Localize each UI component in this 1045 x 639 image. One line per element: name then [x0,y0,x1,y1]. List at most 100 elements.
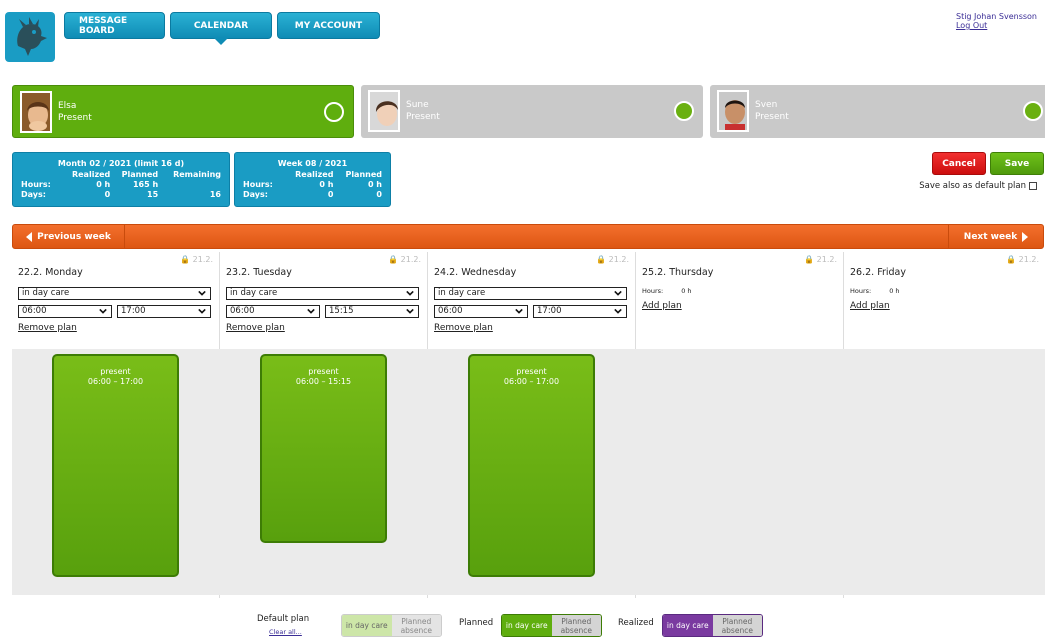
remove-plan-link[interactable]: Remove plan [18,323,77,333]
app-logo[interactable] [5,12,55,62]
legend: Default plan Clear all... in day care Pl… [0,612,1045,639]
end-time-select[interactable]: 15:15 [325,305,419,318]
nav-my-account[interactable]: MY ACCOUNT [277,12,380,39]
end-time-select[interactable]: 17:00 [117,305,211,318]
chevron-down-icon [307,308,315,314]
col-realized: Realized [295,170,334,179]
lock-date: 🔒 21.2. [180,255,213,264]
week-calendar: 🔒 21.2. 22.2. Monday in day care 06:00 1… [12,252,1045,598]
start-time-select[interactable]: 06:00 [18,305,112,318]
default-plan-checkbox[interactable] [1029,182,1037,190]
chevron-down-icon [406,290,414,296]
default-plan-option: Save also as default plan [919,181,1037,191]
row-hours: Hours: [21,180,51,189]
save-button[interactable]: Save [990,152,1044,175]
day-timeline: present 06:00 – 17:00 [428,349,636,595]
remove-plan-link[interactable]: Remove plan [226,323,285,333]
day-column-thursday: 🔒 21.2. 25.2. Thursday Hours: 0 h Add pla… [636,252,844,598]
care-type-select[interactable]: in day care [18,287,211,300]
row-days: Days: [21,190,46,199]
bar-status: present [100,367,131,376]
nav-message-board[interactable]: MESSAGE BOARD [64,12,165,39]
lock-date: 🔒 21.2. [596,255,629,264]
status-circle-icon[interactable] [674,101,694,121]
day-title: 23.2. Tuesday [226,267,292,278]
legend-planned-label: Planned [459,618,494,628]
presence-bar[interactable]: present 06:00 – 17:00 [468,354,595,577]
user-name[interactable]: Stig Johan Svensson [956,12,1037,21]
swatch-planned-absence: Planned absence [551,615,601,636]
chevron-down-icon [99,308,107,314]
day-timeline [636,349,844,595]
child-card-sune[interactable]: Sune Present [361,85,703,138]
children-selector: Elsa Present Sune Present Sven Present [12,85,1045,138]
next-week-button[interactable]: Next week [948,225,1043,248]
chevron-down-icon [406,308,414,314]
col-remaining: Remaining [173,170,221,179]
add-plan-link[interactable]: Add plan [642,301,682,311]
lock-date: 🔒 21.2. [388,255,421,264]
start-time-select[interactable]: 06:00 [434,305,528,318]
presence-bar[interactable]: present 06:00 – 17:00 [52,354,179,577]
care-type-select[interactable]: in day care [226,287,419,300]
logout-link[interactable]: Log Out [956,21,1037,30]
care-type-select[interactable]: in day care [434,287,627,300]
swatch-planned-absence: Planned absence [712,615,762,636]
legend-planned-swatch: in day care Planned absence [501,614,602,637]
add-plan-link[interactable]: Add plan [850,301,890,311]
day-hours: Hours: 0 h [850,287,900,295]
user-info: Stig Johan Svensson Log Out [956,12,1037,30]
lock-date: 🔒 21.2. [1006,255,1039,264]
day-timeline: present 06:00 – 15:15 [220,349,428,595]
day-title: 24.2. Wednesday [434,267,517,278]
bar-status: present [308,367,339,376]
hours-planned: 165 h [132,180,159,189]
child-photo [368,90,400,132]
presence-bar[interactable]: present 06:00 – 15:15 [260,354,387,543]
child-status: Present [755,112,789,122]
day-title: 25.2. Thursday [642,267,714,278]
legend-realized-label: Realized [618,618,654,628]
chevron-down-icon [515,308,523,314]
child-card-sven[interactable]: Sven Present [710,85,1045,138]
row-hours: Hours: [243,180,273,189]
week-navigation-bar: Previous week Next week [12,224,1044,249]
week-stats-title: Week 08 / 2021 [277,159,348,168]
end-time-select[interactable]: 17:00 [533,305,627,318]
swatch-in-day-care: in day care [342,615,392,636]
lock-date: 🔒 21.2. [804,255,837,264]
day-column-tuesday: 🔒 21.2. 23.2. Tuesday in day care 06:00 … [220,252,428,598]
child-status: Present [406,112,440,122]
days-planned: 0 [376,190,382,199]
select-circle-icon[interactable] [324,102,344,122]
cancel-button[interactable]: Cancel [932,152,986,175]
clear-all-link[interactable]: Clear all... [269,628,302,636]
remove-plan-link[interactable]: Remove plan [434,323,493,333]
arrow-right-icon [1022,231,1029,242]
day-title: 26.2. Friday [850,267,906,278]
day-column-friday: 🔒 21.2. 26.2. Friday Hours: 0 h Add plan [844,252,1045,598]
bar-status: present [516,367,547,376]
month-stats-table: Realized Planned Remaining Hours: 0 h 16… [21,170,221,200]
swatch-planned-absence: Planned absence [391,615,441,636]
col-planned: Planned [345,170,382,179]
hours-planned: 0 h [367,180,382,189]
nav-calendar[interactable]: CALENDAR [170,12,272,45]
main-nav: MESSAGE BOARD CALENDAR MY ACCOUNT [64,12,380,45]
days-remaining: 16 [209,190,221,199]
day-column-monday: 🔒 21.2. 22.2. Monday in day care 06:00 1… [12,252,220,598]
bar-time: 06:00 – 15:15 [295,377,352,386]
status-circle-icon[interactable] [1023,101,1043,121]
child-card-elsa[interactable]: Elsa Present [12,85,354,138]
previous-week-button[interactable]: Previous week [13,225,125,248]
day-hours: Hours: 0 h [642,287,692,295]
child-name: Elsa [58,101,77,111]
swatch-in-day-care: in day care [663,615,713,636]
hours-realized: 0 h [319,180,334,189]
child-photo [20,91,52,133]
bar-time: 06:00 – 17:00 [503,377,560,386]
hours-realized: 0 h [96,180,111,189]
previous-week-label: Previous week [37,231,111,242]
month-stats-title: Month 02 / 2021 (limit 16 d) [57,159,185,168]
start-time-select[interactable]: 06:00 [226,305,320,318]
